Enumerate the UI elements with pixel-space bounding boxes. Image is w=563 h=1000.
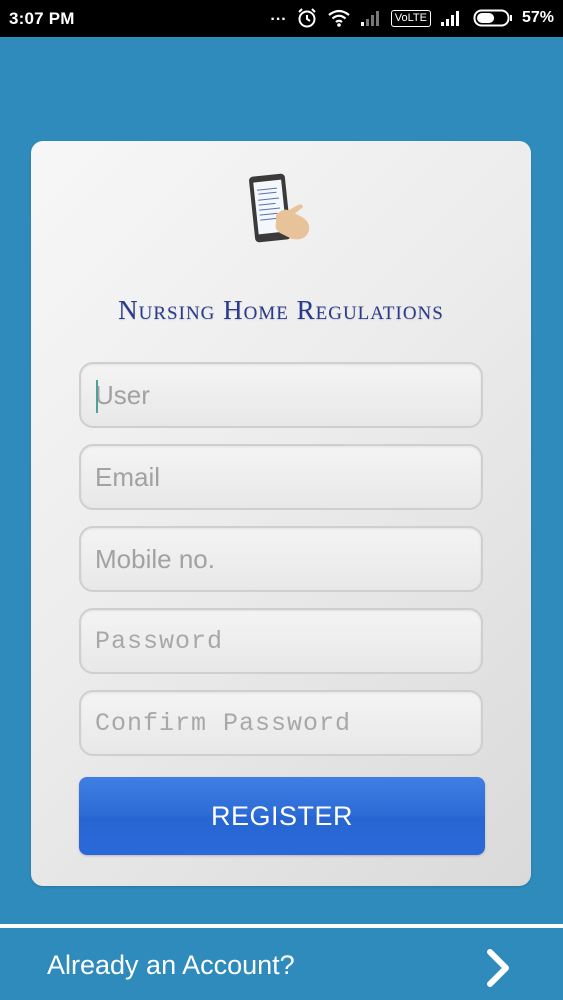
more-notifications-icon: ... (270, 7, 287, 24)
app-title: Nursing Home Regulations (118, 295, 444, 325)
password-input[interactable] (81, 610, 481, 672)
login-link-bar[interactable]: Already an Account? (0, 928, 563, 1000)
register-card: Nursing Home Regulations REGISTER (31, 141, 531, 886)
signal-icon (360, 11, 379, 26)
chevron-right-icon[interactable] (484, 948, 514, 988)
user-field[interactable] (79, 362, 483, 428)
confirm-password-field[interactable] (79, 690, 483, 756)
status-icons: ... VoLTE 57% (270, 7, 554, 29)
volte-badge: VoLTE (390, 9, 431, 27)
alarm-icon (298, 8, 316, 28)
status-bar: 3:07 PM ... VoLTE 57% (0, 0, 563, 37)
email-field[interactable] (79, 444, 483, 510)
email-input[interactable] (81, 446, 481, 508)
mobile-field[interactable] (79, 526, 483, 592)
register-button[interactable]: REGISTER (79, 777, 485, 855)
battery-icon (473, 9, 512, 27)
confirm-password-input[interactable] (81, 692, 481, 754)
battery-percent: 57% (521, 9, 554, 26)
password-field[interactable] (79, 608, 483, 674)
login-prompt[interactable]: Already an Account? (47, 950, 295, 981)
mobile-input[interactable] (81, 528, 481, 590)
user-input[interactable] (81, 364, 481, 426)
status-time: 3:07 PM (9, 9, 75, 28)
phone-document-logo-icon (249, 173, 310, 243)
text-cursor (96, 380, 98, 413)
wifi-icon (328, 9, 350, 27)
signal-icon (440, 11, 459, 26)
